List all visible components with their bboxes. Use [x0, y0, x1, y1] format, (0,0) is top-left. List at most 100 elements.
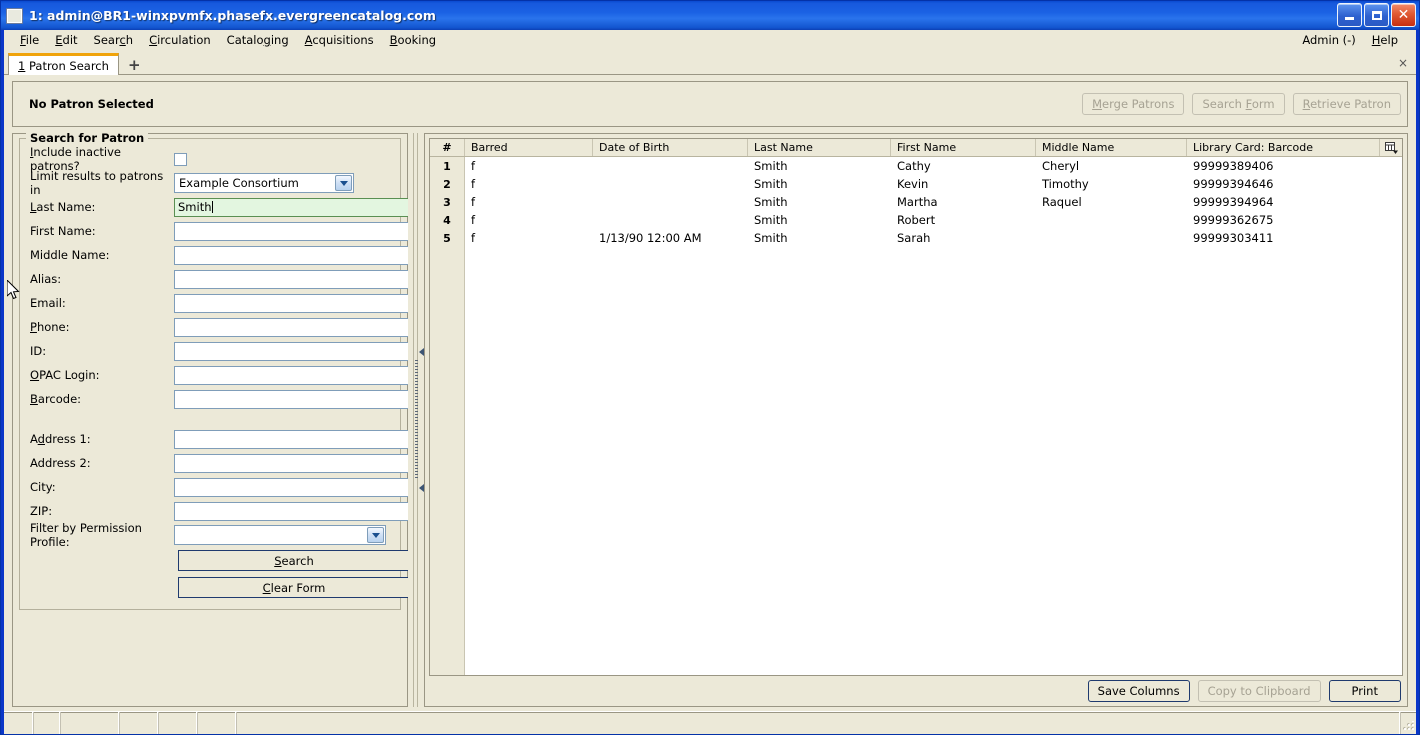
id-label: ID: — [30, 344, 47, 358]
window-controls: ✕ — [1337, 3, 1416, 27]
tab-strip: 1 Patron Search + × — [4, 50, 1416, 75]
phone-input[interactable] — [174, 317, 410, 337]
menu-booking[interactable]: Booking — [382, 31, 444, 49]
close-button[interactable]: ✕ — [1391, 3, 1416, 27]
splitter-collapse-left-icon[interactable] — [418, 348, 424, 356]
cell-middle — [1036, 211, 1187, 229]
new-tab-button[interactable]: + — [128, 58, 141, 73]
cell-barred: f — [471, 213, 476, 227]
column-header-last-name[interactable]: Last Name — [747, 139, 890, 156]
column-header-barred[interactable]: Barred — [464, 139, 592, 156]
column-picker-glyph — [1384, 141, 1398, 154]
middle-name-input[interactable] — [174, 245, 410, 265]
menu-bar-right: Admin (-) Help — [1294, 31, 1416, 49]
splitter-grip[interactable] — [414, 348, 424, 492]
table-row[interactable]: f Smith Cathy Cheryl 99999389406 — [465, 157, 1402, 175]
menu-help[interactable]: Help — [1364, 31, 1406, 49]
status-segment — [236, 712, 1400, 734]
chevron-down-icon — [335, 175, 352, 191]
barcode-label: Barcode: — [30, 392, 82, 406]
cell-barred: f — [471, 195, 476, 209]
city-label: City: — [30, 480, 56, 494]
merge-patrons-button[interactable]: Merge Patrons — [1082, 93, 1185, 115]
main-split: Search for Patron Include inactive patro… — [12, 131, 1408, 707]
column-picker-icon[interactable] — [1379, 139, 1402, 156]
address2-input[interactable] — [174, 453, 410, 473]
application-window: 1: admin@BR1-winxpvmfx.phasefx.evergreen… — [0, 0, 1420, 735]
column-header-first-name[interactable]: First Name — [890, 139, 1035, 156]
results-footer: Save Columns Copy to Clipboard Print — [425, 676, 1407, 706]
zip-input[interactable] — [174, 501, 410, 521]
clear-form-button[interactable]: Clear Form — [178, 577, 410, 598]
include-inactive-checkbox[interactable] — [174, 152, 187, 166]
client-area: File Edit Search Circulation Cataloging … — [1, 30, 1419, 734]
email-label: Email: — [30, 296, 66, 310]
cell-last: Smith — [754, 177, 788, 191]
cell-barred: f — [471, 231, 476, 245]
window-icon — [6, 7, 23, 24]
first-name-input[interactable] — [174, 221, 410, 241]
email-input[interactable] — [174, 293, 410, 313]
cell-dob: 1/13/90 12:00 AM — [599, 231, 702, 245]
copy-to-clipboard-button[interactable]: Copy to Clipboard — [1197, 680, 1321, 702]
tab-label: Patron Search — [28, 58, 109, 73]
menu-search[interactable]: Search — [86, 31, 142, 49]
table-row[interactable]: f Smith Kevin Timothy 99999394646 — [465, 175, 1402, 193]
minimize-icon — [1345, 17, 1354, 20]
address1-input[interactable] — [174, 429, 410, 449]
save-columns-button[interactable]: Save Columns — [1087, 680, 1190, 702]
column-header-number[interactable]: # — [430, 139, 464, 156]
retrieve-patron-button[interactable]: Retrieve Patron — [1292, 93, 1401, 115]
panel-splitter[interactable] — [408, 133, 424, 707]
row-search-button: Search — [26, 547, 410, 574]
menu-circulation[interactable]: Circulation — [141, 31, 219, 49]
status-segment — [33, 712, 60, 734]
menu-file[interactable]: File — [12, 31, 47, 49]
maximize-button[interactable] — [1364, 3, 1389, 27]
permission-profile-select[interactable] — [174, 525, 386, 545]
menu-edit[interactable]: Edit — [47, 31, 85, 49]
cell-dob — [593, 211, 748, 229]
barcode-input[interactable] — [174, 389, 410, 409]
last-name-label: Last Name: — [30, 200, 96, 214]
menu-admin[interactable]: Admin (-) — [1294, 31, 1363, 49]
cell-middle: Cheryl — [1042, 159, 1080, 173]
city-input[interactable] — [174, 477, 410, 497]
table-row[interactable]: f Smith Robert 99999362675 — [465, 211, 1402, 229]
column-header-middle-name[interactable]: Middle Name — [1035, 139, 1186, 156]
cell-barred: f — [471, 177, 476, 191]
search-button[interactable]: Search — [178, 550, 410, 571]
cell-first: Cathy — [897, 159, 931, 173]
minimize-button[interactable] — [1337, 3, 1362, 27]
cell-barcode: 99999389406 — [1193, 159, 1274, 173]
results-grid-body: 1 2 3 4 5 f Smith Cathy Cheryl 99999389406 f Smith… — [430, 157, 1402, 675]
close-tab-button[interactable]: × — [1398, 56, 1408, 70]
menu-cataloging[interactable]: Cataloging — [219, 31, 297, 49]
cell-barcode: 99999394964 — [1193, 195, 1274, 209]
table-row[interactable]: f 1/13/90 12:00 AM Smith Sarah 99999303411 — [465, 229, 1402, 247]
status-segment — [4, 712, 33, 734]
last-name-input[interactable]: Smith — [174, 197, 410, 217]
search-form-button[interactable]: Search Form — [1192, 93, 1285, 115]
status-segment — [119, 712, 158, 734]
cell-last: Smith — [754, 195, 788, 209]
id-input[interactable] — [174, 341, 410, 361]
alias-label: Alias: — [30, 272, 62, 286]
results-grid: # Barred Date of Birth Last Name First N… — [429, 138, 1403, 676]
status-segment — [60, 712, 119, 734]
row-number: 2 — [443, 177, 451, 191]
row-barcode: Barcode: — [26, 387, 410, 411]
alias-input[interactable] — [174, 269, 410, 289]
opac-login-input[interactable] — [174, 365, 410, 385]
limit-results-select[interactable]: Example Consortium — [174, 173, 354, 193]
menu-acquisitions[interactable]: Acquisitions — [297, 31, 382, 49]
resize-grip-icon[interactable] — [1400, 712, 1416, 734]
print-button[interactable]: Print — [1328, 680, 1401, 702]
splitter-collapse-right-icon[interactable] — [418, 484, 424, 492]
column-header-library-card-barcode[interactable]: Library Card: Barcode — [1186, 139, 1379, 156]
row-alias: Alias: — [26, 267, 410, 291]
table-row[interactable]: f Smith Martha Raquel 99999394964 — [465, 193, 1402, 211]
tab-patron-search[interactable]: 1 Patron Search — [8, 53, 119, 75]
cell-last: Smith — [754, 159, 788, 173]
column-header-date-of-birth[interactable]: Date of Birth — [592, 139, 747, 156]
